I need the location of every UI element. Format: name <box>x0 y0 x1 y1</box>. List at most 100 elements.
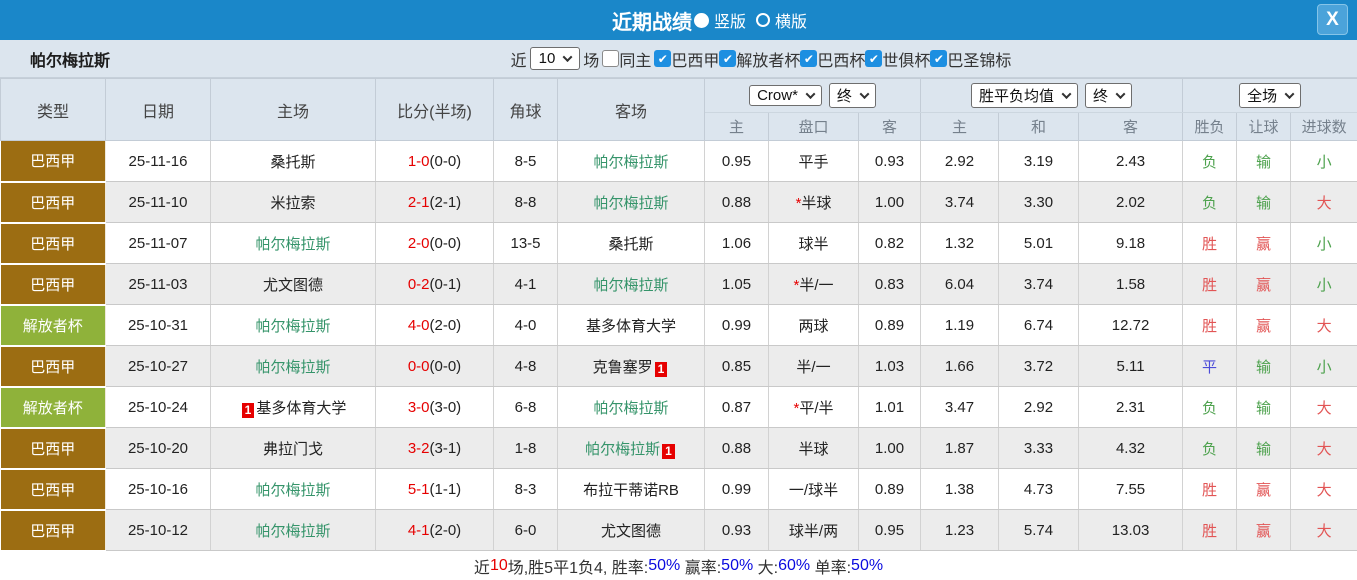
radio-unselected-icon[interactable] <box>756 13 770 27</box>
cell-competition: 解放者杯 <box>0 304 106 347</box>
same-home-filter[interactable]: 同主 <box>602 47 651 71</box>
team-name: 米拉索 <box>270 194 316 212</box>
asia-odds-time-value: 终 <box>836 88 852 105</box>
summary-segment: 60% <box>778 557 811 574</box>
league-checkbox[interactable]: ✔ <box>719 50 737 67</box>
cell-away-team: 帕尔梅拉斯 <box>557 140 705 182</box>
summary-segment: 胜率: <box>611 560 649 577</box>
europe-odds-value: 胜平负均值 <box>979 88 1055 105</box>
cell-avg-draw: 3.30 <box>998 181 1080 223</box>
cell-goals: 大 <box>1290 304 1357 346</box>
cell-asia-away-odds: 0.93 <box>858 140 922 182</box>
league-filter[interactable]: ✔ 巴西甲 <box>654 47 719 71</box>
cell-goals: 小 <box>1290 263 1357 305</box>
team-name: 帕尔梅拉斯 <box>585 440 661 458</box>
recent-results-panel: 近期战绩 竖版 横版 X 帕尔梅拉斯 近 10 场 同主 ✔ 巴西甲 ✔ 解放者… <box>0 0 1357 580</box>
cell-avg-home: 6.04 <box>920 263 1000 305</box>
scope-select[interactable]: 全场 <box>1239 83 1302 108</box>
cell-handicap-result: 输 <box>1236 140 1292 182</box>
cell-home-team: 帕尔梅拉斯 <box>210 509 376 551</box>
league-label: 世俱杯 <box>882 52 931 70</box>
europe-odds-time-select[interactable]: 终 <box>1085 83 1133 108</box>
league-filter[interactable]: ✔ 世俱杯 <box>865 47 930 71</box>
team-name: 帕尔梅拉斯 <box>593 276 669 294</box>
layout-vertical-label[interactable]: 竖版 <box>714 8 746 32</box>
cell-away-team: 基多体育大学 <box>557 304 705 346</box>
cell-away-team: 克鲁塞罗 1 <box>557 345 705 387</box>
cell-competition: 巴西甲 <box>0 345 106 388</box>
europe-odds-time-value: 终 <box>1093 88 1109 105</box>
cell-avg-home: 3.47 <box>920 386 1000 428</box>
team-name: 帕尔梅拉斯 <box>255 235 331 253</box>
league-checkbox[interactable]: ✔ <box>654 50 672 67</box>
cell-handicap: 半球 <box>768 427 859 469</box>
cell-away-team: 帕尔梅拉斯 1 <box>557 427 705 469</box>
cell-home-team: 帕尔梅拉斯 <box>210 222 376 264</box>
table-row: 解放者杯 25-10-31 帕尔梅拉斯 4-0(2-0) 4-0 基多体育大学 0.99 两球… <box>0 304 1357 347</box>
asia-odds-time-select[interactable]: 终 <box>828 83 876 108</box>
cell-corner: 4-1 <box>493 263 558 305</box>
odds-company-select[interactable]: Crow* <box>749 85 822 106</box>
cell-goals: 大 <box>1290 468 1357 510</box>
league-checkbox[interactable]: ✔ <box>800 50 818 67</box>
results-table: 类型 日期 主场 比分(半场) 角球 客场 Crow* 终 胜平负均值 终 全场… <box>0 78 1357 552</box>
cell-avg-draw: 3.33 <box>998 427 1080 469</box>
cell-competition: 巴西甲 <box>0 181 106 224</box>
cell-asia-home-odds: 0.87 <box>704 386 769 428</box>
league-checkbox[interactable]: ✔ <box>930 50 948 67</box>
filter-bar: 帕尔梅拉斯 近 10 场 同主 ✔ 巴西甲 ✔ 解放者杯 ✔ 巴西杯 ✔ 世俱杯 ✔ 巴圣锦标 <box>0 40 1357 78</box>
cell-goals: 大 <box>1290 509 1357 551</box>
cell-asia-away-odds: 0.89 <box>858 304 922 346</box>
cell-avg-away: 4.32 <box>1078 427 1184 469</box>
results-tbody: 巴西甲 25-11-16 桑托斯 1-0(0-0) 8-5 帕尔梅拉斯 0.95 平手 0.93… <box>0 140 1357 552</box>
team-name: 帕尔梅拉斯 <box>255 522 331 540</box>
layout-option-vertical[interactable]: 竖版 <box>693 8 754 32</box>
league-checkbox[interactable]: ✔ <box>865 50 883 67</box>
cell-date: 25-11-07 <box>105 222 211 264</box>
col-header-away: 客场 <box>557 78 705 141</box>
team-name: 帕尔梅拉斯 <box>255 481 331 499</box>
cell-avg-away: 9.18 <box>1078 222 1184 264</box>
cell-handicap-result: 赢 <box>1236 263 1292 305</box>
summary-segment: 10 <box>489 557 508 574</box>
cell-goals: 大 <box>1290 386 1357 428</box>
cell-competition: 巴西甲 <box>0 222 106 265</box>
cell-result: 负 <box>1182 181 1238 223</box>
cell-competition: 解放者杯 <box>0 386 106 429</box>
cell-result: 平 <box>1182 345 1238 387</box>
cell-avg-draw: 6.74 <box>998 304 1080 346</box>
europe-odds-select[interactable]: 胜平负均值 <box>971 83 1079 108</box>
near-label: 近 <box>510 52 527 70</box>
cell-asia-away-odds: 1.00 <box>858 427 922 469</box>
summary-bar: 近 10 场,胜5平1负4, 胜率: 50% 赢率: 50% 大: 60% 单率: 50% <box>0 551 1357 580</box>
cell-corner: 6-0 <box>493 509 558 551</box>
close-icon[interactable]: X <box>1317 4 1348 35</box>
cell-home-team: 桑托斯 <box>210 140 376 182</box>
cell-handicap-result: 赢 <box>1236 222 1292 264</box>
radio-selected-icon[interactable] <box>693 12 709 28</box>
table-row: 巴西甲 25-11-03 尤文图德 0-2(0-1) 4-1 帕尔梅拉斯 1.05 *半/一 0… <box>0 263 1357 306</box>
same-home-checkbox[interactable] <box>602 50 620 67</box>
layout-horizontal-label[interactable]: 横版 <box>775 8 807 32</box>
cell-away-team: 帕尔梅拉斯 <box>557 386 705 428</box>
cell-avg-home: 1.32 <box>920 222 1000 264</box>
cell-home-team: 帕尔梅拉斯 <box>210 345 376 387</box>
league-filter[interactable]: ✔ 巴西杯 <box>800 47 865 71</box>
league-filter[interactable]: ✔ 巴圣锦标 <box>930 47 1011 71</box>
asia-odds-group: Crow* 终 <box>703 78 922 113</box>
team-name: 帕尔梅拉斯 <box>255 358 331 376</box>
team-name: 基多体育大学 <box>585 317 676 335</box>
league-filter[interactable]: ✔ 解放者杯 <box>719 47 800 71</box>
cell-goals: 小 <box>1290 222 1357 264</box>
match-count-select[interactable]: 10 <box>529 47 581 70</box>
cell-away-team: 布拉干蒂诺RB <box>557 468 705 510</box>
cell-result: 胜 <box>1182 222 1238 264</box>
table-row: 巴西甲 25-10-27 帕尔梅拉斯 0-0(0-0) 4-8 克鲁塞罗 1 0.85 半/一 1… <box>0 345 1357 388</box>
cell-avg-home: 1.23 <box>920 509 1000 551</box>
cell-avg-draw: 4.73 <box>998 468 1080 510</box>
cell-home-team: 帕尔梅拉斯 <box>210 304 376 346</box>
cell-avg-away: 2.02 <box>1078 181 1184 223</box>
cell-handicap: *平/半 <box>768 386 859 428</box>
layout-option-horizontal[interactable]: 横版 <box>756 8 815 32</box>
title-bar: 近期战绩 竖版 横版 X <box>0 0 1357 40</box>
